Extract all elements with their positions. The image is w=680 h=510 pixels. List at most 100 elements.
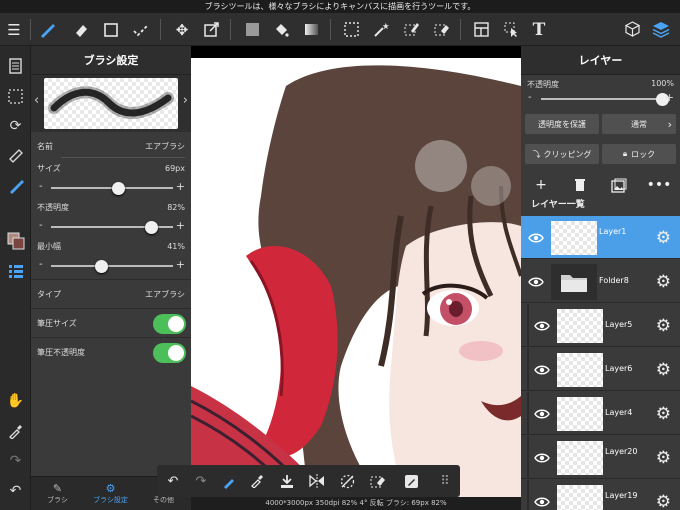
magic-wand-icon[interactable] bbox=[367, 13, 395, 46]
tab-brush-settings[interactable]: ⚙ ブラシ設定 bbox=[84, 477, 137, 510]
select-eraser-icon[interactable] bbox=[427, 13, 455, 46]
eyedropper-icon[interactable] bbox=[0, 416, 31, 446]
opacity-slider[interactable]: - + bbox=[31, 218, 191, 236]
opacity-minus-button[interactable]: - bbox=[39, 220, 43, 231]
gear-icon[interactable]: ⚙ bbox=[656, 448, 671, 468]
save-down-icon[interactable] bbox=[273, 465, 301, 497]
rotate-icon[interactable]: ⟳ bbox=[0, 111, 31, 141]
bucket-tool-icon[interactable] bbox=[267, 13, 295, 46]
gradient-tool-icon[interactable] bbox=[297, 13, 325, 46]
toolbar-divider bbox=[330, 19, 331, 40]
min-width-slider-knob[interactable] bbox=[94, 260, 108, 273]
layer-row-layer1[interactable]: Layer1 ⚙ bbox=[521, 216, 680, 259]
lock-label: ロック bbox=[631, 149, 656, 159]
operation-tool-icon[interactable] bbox=[497, 13, 525, 46]
gear-icon[interactable]: ⚙ bbox=[656, 316, 671, 336]
layer-opacity-plus-button[interactable]: + bbox=[665, 91, 674, 104]
protect-alpha-button[interactable]: 透明度を保護 bbox=[525, 114, 599, 134]
brush-name-row[interactable]: 名前 エアブラシ bbox=[31, 136, 191, 157]
min-width-minus-button[interactable]: - bbox=[39, 259, 43, 270]
size-slider-knob[interactable] bbox=[111, 182, 125, 195]
eye-icon[interactable] bbox=[531, 447, 553, 469]
layer-row-layer4[interactable]: Layer4 ⚙ bbox=[521, 392, 680, 435]
eye-icon[interactable] bbox=[525, 227, 547, 249]
flip-horizontal-icon[interactable] bbox=[303, 465, 331, 497]
eraser-tool-icon[interactable] bbox=[67, 13, 95, 46]
eye-icon[interactable] bbox=[531, 315, 553, 337]
artwork-illustration bbox=[191, 46, 521, 510]
clear-selection-icon[interactable] bbox=[363, 465, 391, 497]
gear-icon[interactable]: ⚙ bbox=[656, 272, 671, 292]
undo-button-icon[interactable]: ↶ bbox=[159, 465, 187, 497]
min-width-plus-button[interactable]: + bbox=[176, 258, 185, 271]
frame-divider-icon[interactable] bbox=[467, 13, 495, 46]
hand-tool-icon[interactable]: ✋ bbox=[0, 386, 31, 416]
prev-brush-arrow-icon[interactable]: ‹ bbox=[34, 93, 39, 108]
fill-color-icon[interactable] bbox=[238, 13, 266, 46]
select-rect-tool-icon[interactable] bbox=[337, 13, 365, 46]
selection-panel-icon[interactable] bbox=[0, 81, 31, 111]
color-swatch-icon[interactable] bbox=[0, 226, 31, 256]
layer-row-layer5[interactable]: Layer5 ⚙ bbox=[521, 304, 680, 347]
size-slider[interactable]: - + bbox=[31, 179, 191, 197]
page-manager-icon[interactable] bbox=[0, 51, 31, 81]
undo-icon[interactable]: ↶ bbox=[0, 476, 31, 506]
opacity-plus-button[interactable]: + bbox=[176, 219, 185, 232]
layer-row-folder8[interactable]: Folder8 ⚙ bbox=[521, 260, 680, 303]
gear-icon[interactable]: ⚙ bbox=[656, 360, 671, 380]
deselect-icon[interactable] bbox=[333, 465, 361, 497]
min-width-slider[interactable]: - + bbox=[31, 257, 191, 275]
add-layer-icon[interactable]: + bbox=[523, 171, 559, 199]
brush-tool-icon[interactable] bbox=[33, 13, 61, 46]
opacity-slider-knob[interactable] bbox=[144, 221, 158, 234]
color-list-icon[interactable] bbox=[0, 256, 31, 286]
redo-button-icon[interactable]: ↷ bbox=[187, 465, 215, 497]
eye-icon[interactable] bbox=[525, 271, 547, 293]
add-image-icon[interactable] bbox=[601, 171, 637, 199]
eye-icon[interactable] bbox=[531, 403, 553, 425]
brush-quick-icon[interactable] bbox=[215, 465, 243, 497]
next-brush-arrow-icon[interactable]: › bbox=[183, 93, 188, 108]
shape-tool-icon[interactable] bbox=[97, 13, 125, 46]
trash-icon[interactable] bbox=[562, 171, 598, 199]
eye-icon[interactable] bbox=[531, 359, 553, 381]
gear-icon[interactable]: ⚙ bbox=[656, 404, 671, 424]
layer-row-layer19[interactable]: Layer19 ⚙ bbox=[521, 480, 680, 510]
pressure-size-toggle[interactable] bbox=[153, 314, 186, 334]
layer-row-layer6[interactable]: Layer6 ⚙ bbox=[521, 348, 680, 391]
eye-icon[interactable] bbox=[531, 491, 553, 510]
eyedropper-quick-icon[interactable] bbox=[243, 465, 271, 497]
ruler-icon[interactable] bbox=[0, 141, 31, 171]
left-tool-column: ⟳ ✋ ↷ ↶ bbox=[0, 46, 31, 510]
size-plus-button[interactable]: + bbox=[176, 180, 185, 193]
edit-icon[interactable] bbox=[397, 465, 425, 497]
text-tool-icon[interactable]: T bbox=[525, 13, 553, 46]
type-value: エアブラシ bbox=[145, 289, 185, 299]
menu-icon[interactable]: ☰ bbox=[0, 13, 28, 46]
select-pen-icon[interactable] bbox=[397, 13, 425, 46]
tab-brush[interactable]: ✎ ブラシ bbox=[31, 477, 84, 510]
layer-opacity-minus-button[interactable]: - bbox=[528, 92, 532, 103]
layer-row-layer20[interactable]: Layer20 ⚙ bbox=[521, 436, 680, 479]
min-width-slider-track[interactable] bbox=[51, 265, 173, 267]
drawing-canvas[interactable] bbox=[191, 46, 521, 510]
gear-icon[interactable]: ⚙ bbox=[656, 492, 671, 510]
layers-icon[interactable] bbox=[647, 13, 675, 46]
move-tool-icon[interactable]: ✥ bbox=[168, 13, 196, 46]
lock-button[interactable]: 🔒︎ ロック bbox=[602, 144, 676, 164]
clipping-icon: ⤵ bbox=[532, 149, 541, 159]
transform-tool-icon[interactable] bbox=[197, 13, 225, 46]
layer-opacity-track[interactable] bbox=[541, 98, 662, 100]
pressure-opacity-toggle[interactable] bbox=[153, 343, 186, 363]
gear-icon[interactable]: ⚙ bbox=[656, 228, 671, 248]
blend-mode-button[interactable]: 通常 › bbox=[602, 114, 676, 134]
clipping-button[interactable]: ⤵ クリッピング bbox=[525, 144, 599, 164]
size-minus-button[interactable]: - bbox=[39, 181, 43, 192]
redo-icon[interactable]: ↷ bbox=[0, 446, 31, 476]
more-options-icon[interactable]: ••• bbox=[641, 171, 677, 199]
type-row[interactable]: タイプ エアブラシ bbox=[31, 279, 191, 308]
grip-handle-icon[interactable]: ⠿ bbox=[431, 465, 459, 497]
select-pen-tool-icon[interactable] bbox=[127, 13, 155, 46]
material-icon[interactable] bbox=[618, 13, 646, 46]
brush-panel-icon[interactable] bbox=[0, 171, 31, 201]
